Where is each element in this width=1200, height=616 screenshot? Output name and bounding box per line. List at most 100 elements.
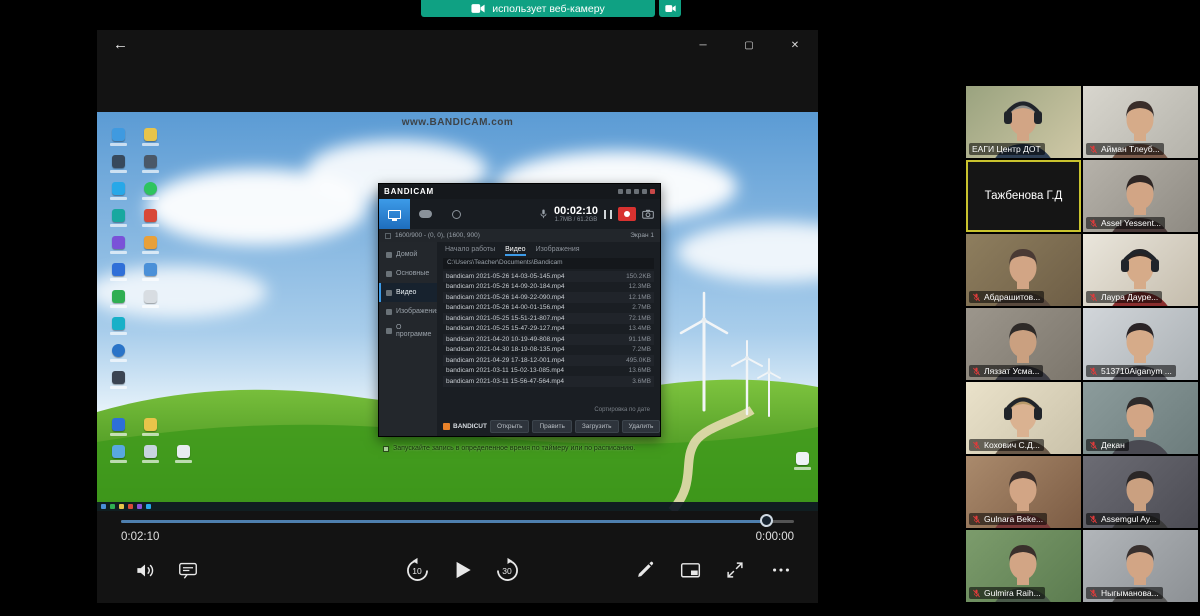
- file-row[interactable]: bandicam 2021-03-11 15-56-47-564.mp43.6M…: [443, 376, 654, 387]
- participant-tile[interactable]: Ляззат Усма...: [966, 308, 1081, 380]
- desktop-icon[interactable]: [107, 371, 129, 389]
- bandicam-nav-item[interactable]: Основные: [379, 264, 437, 283]
- edit-button[interactable]: [623, 548, 667, 592]
- checkbox[interactable]: [383, 446, 389, 452]
- participant-tile[interactable]: Айман Тлеуб...: [1083, 86, 1198, 158]
- sort-label[interactable]: Сортировка по дате: [437, 407, 660, 417]
- volume-button[interactable]: [123, 548, 167, 592]
- file-row[interactable]: bandicam 2021-04-30 18-19-08-135.mp47.2M…: [443, 345, 654, 356]
- desktop-icon[interactable]: [107, 344, 129, 362]
- back-button[interactable]: ←: [113, 34, 128, 56]
- rewind-10-button[interactable]: 10: [395, 548, 439, 592]
- file-row[interactable]: bandicam 2021-05-25 15-47-29-127.mp413.4…: [443, 324, 654, 335]
- bandicam-nav-item[interactable]: Изображения: [379, 302, 437, 321]
- bandicam-nav-item[interactable]: О программе: [379, 321, 437, 340]
- desktop-icon[interactable]: [107, 317, 129, 335]
- output-folder-path[interactable]: C:\Users\Teacher\Documents\Bandicam: [443, 258, 654, 269]
- play-button[interactable]: [440, 548, 484, 592]
- taskbar-app-icon[interactable]: [119, 504, 124, 509]
- screenshot-camera-icon[interactable]: [642, 209, 654, 219]
- bandicam-content-tab[interactable]: Начало работы: [445, 242, 495, 256]
- participant-tile[interactable]: Лаура Дауре...: [1083, 234, 1198, 306]
- desktop-icon[interactable]: [139, 155, 161, 173]
- participant-tile[interactable]: Декан: [1083, 382, 1198, 454]
- desktop-icon[interactable]: [139, 290, 161, 308]
- desktop-icon[interactable]: [139, 209, 161, 227]
- taskbar-app-icon[interactable]: [146, 504, 151, 509]
- file-row[interactable]: bandicam 2021-05-25 15-51-21-807.mp472.1…: [443, 313, 654, 324]
- desktop-icon[interactable]: [139, 182, 161, 200]
- checkbox[interactable]: [385, 233, 391, 239]
- desktop-icon[interactable]: [172, 445, 194, 463]
- seek-bar[interactable]: [121, 514, 794, 528]
- file-row[interactable]: bandicam 2021-05-26 14-09-20-184.mp412.3…: [443, 282, 654, 293]
- file-row[interactable]: bandicam 2021-05-26 14-03-05-145.mp4150.…: [443, 271, 654, 282]
- bandicut-promo[interactable]: BANDICUT: [443, 423, 487, 430]
- webcam-banner-badge[interactable]: [659, 0, 681, 17]
- help-icon[interactable]: [634, 189, 639, 194]
- file-row[interactable]: bandicam 2021-04-20 10-19-49-808.mp491.1…: [443, 334, 654, 345]
- settings-icon[interactable]: [626, 189, 631, 194]
- file-row[interactable]: bandicam 2021-03-11 15-02-13-085.mp413.6…: [443, 366, 654, 377]
- desktop-icon[interactable]: [791, 452, 813, 470]
- forward-30-button[interactable]: 30: [485, 548, 529, 592]
- bandicam-nav-item[interactable]: Видео: [379, 283, 437, 302]
- desktop-icon[interactable]: [139, 445, 161, 463]
- bandicam-content-tab[interactable]: Видео: [505, 242, 525, 256]
- bandicam-action-button[interactable]: Загрузить: [575, 420, 619, 433]
- seek-handle[interactable]: [760, 514, 773, 527]
- participant-tile[interactable]: Абдрашитов...: [966, 234, 1081, 306]
- taskbar-app-icon[interactable]: [110, 504, 115, 509]
- bandicam-tab-device-recording[interactable]: [441, 199, 472, 229]
- taskbar-app-icon[interactable]: [137, 504, 142, 509]
- bandicam-nav-item[interactable]: Домой: [379, 245, 437, 264]
- fullscreen-button[interactable]: [713, 548, 757, 592]
- desktop-icon[interactable]: [107, 182, 129, 200]
- participant-tile[interactable]: Тажбенова Г.Д: [966, 160, 1081, 232]
- file-row[interactable]: bandicam 2021-05-26 14-09-22-090.mp412.1…: [443, 292, 654, 303]
- participant-tile[interactable]: ЕАГИ Центр ДОТ: [966, 86, 1081, 158]
- taskbar-app-icon[interactable]: [128, 504, 133, 509]
- desktop-icon[interactable]: [107, 418, 129, 436]
- participant-tile[interactable]: Кохович С.Д...: [966, 382, 1081, 454]
- more-options-button[interactable]: [759, 548, 803, 592]
- bandicam-tab-screen-recording[interactable]: [379, 199, 410, 229]
- participant-tile[interactable]: Gulnara Beke...: [966, 456, 1081, 528]
- bandicam-content-tab[interactable]: Изображения: [536, 242, 580, 256]
- pause-button[interactable]: [604, 210, 612, 219]
- taskbar-app-icon[interactable]: [101, 504, 106, 509]
- desktop-icon[interactable]: [139, 418, 161, 436]
- minimize-icon[interactable]: [642, 189, 647, 194]
- desktop-icon[interactable]: [107, 290, 129, 308]
- subtitles-button[interactable]: [166, 548, 210, 592]
- maximize-button[interactable]: ▢: [726, 30, 772, 60]
- bandicam-action-button[interactable]: Править: [532, 420, 571, 433]
- desktop-icon[interactable]: [107, 263, 129, 281]
- desktop-icon[interactable]: [107, 209, 129, 227]
- desktop-icon[interactable]: [139, 128, 161, 146]
- bandicam-action-button[interactable]: Открыть: [490, 420, 530, 433]
- desktop-icon[interactable]: [107, 155, 129, 173]
- participant-tile[interactable]: Assemgul Ay...: [1083, 456, 1198, 528]
- close-button[interactable]: ✕: [772, 30, 818, 60]
- desktop-icon[interactable]: [107, 128, 129, 146]
- participant-tile[interactable]: 513710Aiganym ...: [1083, 308, 1198, 380]
- close-icon[interactable]: [650, 189, 655, 194]
- file-row[interactable]: bandicam 2021-04-29 17-18-12-001.mp4495.…: [443, 355, 654, 366]
- bandicam-action-button[interactable]: Удалить: [622, 420, 661, 433]
- bandicam-tab-game-recording[interactable]: [410, 199, 441, 229]
- lock-icon[interactable]: [618, 189, 623, 194]
- desktop-icon[interactable]: [107, 236, 129, 254]
- participant-tile[interactable]: Ныгыманова...: [1083, 530, 1198, 602]
- participant-name: Абдрашитов...: [984, 292, 1040, 302]
- desktop-icon[interactable]: [139, 236, 161, 254]
- file-row[interactable]: bandicam 2021-05-26 14-00-01-156.mp42.7M…: [443, 303, 654, 314]
- minimize-button[interactable]: ─: [680, 30, 726, 60]
- participant-tile[interactable]: Assel Yessent...: [1083, 160, 1198, 232]
- participant-tile[interactable]: Gulmira Raih...: [966, 530, 1081, 602]
- mini-player-button[interactable]: [668, 548, 712, 592]
- desktop-icon[interactable]: [107, 445, 129, 463]
- desktop-icon[interactable]: [139, 263, 161, 281]
- screen-selector[interactable]: Экран 1: [630, 232, 654, 239]
- record-button[interactable]: [618, 207, 636, 221]
